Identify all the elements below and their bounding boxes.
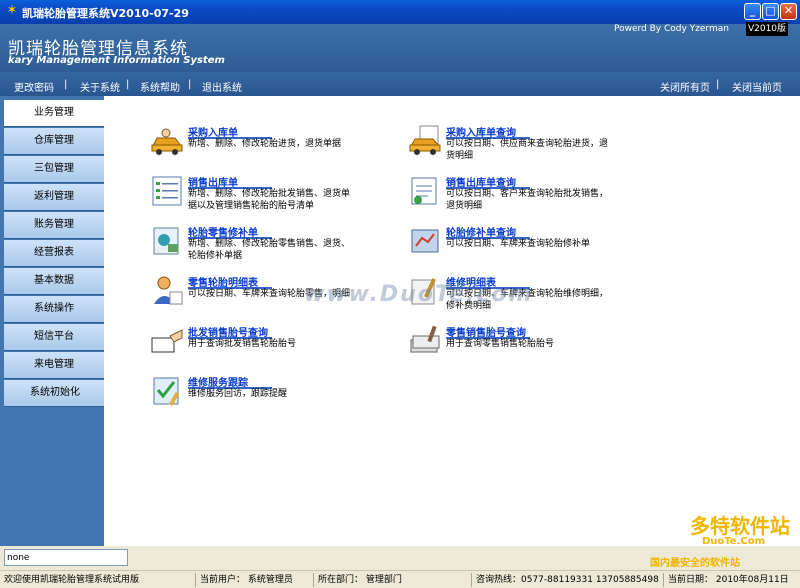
notepad-icon — [411, 177, 437, 205]
sidebar-item-calls[interactable]: 来电管理 — [4, 352, 104, 379]
top-nav: 更改密码 | 关于系统 | 系统帮助 | 退出系统 关闭所有页 | 关闭当前页 — [0, 72, 800, 96]
sidebar-item-rebate[interactable]: 返利管理 — [4, 184, 104, 211]
entry-desc: 用于查询批发销售轮胎胎号 — [188, 339, 297, 349]
change-password-link[interactable]: 更改密码 — [14, 79, 54, 94]
nav-separator: | — [126, 79, 130, 90]
status-department: 所在部门： 管理部门 — [316, 573, 472, 587]
sidebar-item-warehouse[interactable]: 仓库管理 — [4, 128, 104, 155]
sidebar-item-accounts[interactable]: 账务管理 — [4, 212, 104, 239]
entry-desc: 维修服务回访，跟踪提醒 — [188, 389, 288, 399]
car-icon — [151, 128, 183, 155]
system-subtitle: kary Management Information System — [8, 55, 225, 66]
sidebar-item-system-ops[interactable]: 系统操作 — [4, 296, 104, 323]
entry-desc: 新增、删除、修改轮胎批发销售、退货单据以及管理销售轮胎的胎号清单 — [188, 189, 351, 211]
user-write-icon — [154, 276, 183, 305]
entry-desc: 可以按日期、客户来查询轮胎批发销售，退货明细 — [446, 189, 609, 211]
sidebar: 业务管理 仓库管理 三包管理 返利管理 账务管理 经营报表 基本数据 系统操作 … — [0, 96, 104, 546]
logo-watermark-slogan: 国内最安全的软件站 — [650, 558, 740, 569]
close-button[interactable]: ✕ — [780, 3, 797, 20]
version-badge: V2010版 — [746, 22, 788, 36]
exit-link[interactable]: 退出系统 — [202, 79, 242, 94]
main-panel: 采购入库单 新增、删除、修改轮胎进货，退货单据 销售出库单 新增、删除、修改轮胎… — [104, 96, 800, 546]
sidebar-item-basic-data[interactable]: 基本数据 — [4, 268, 104, 295]
status-welcome: 欢迎使用凯瑞轮胎管理系统试用版 — [2, 573, 196, 587]
logo-watermark-url: DuoTe.Com — [702, 536, 765, 547]
window-title: 凯瑞轮胎管理系统V2010-07-29 — [22, 7, 189, 20]
window-titlebar[interactable]: ✶ 凯瑞轮胎管理系统V2010-07-29 _ □ ✕ — [0, 0, 800, 24]
checklist-icon — [152, 176, 182, 206]
minimize-button[interactable]: _ — [744, 3, 761, 20]
status-bar: 欢迎使用凯瑞轮胎管理系统试用版 当前用户： 系统管理员 所在部门： 管理部门 咨… — [0, 570, 800, 588]
status-date: 当前日期： 2010年08月11日 — [668, 575, 789, 585]
car-document-icon — [409, 125, 441, 155]
entry-desc: 可以按日期、供应商来查询轮胎进货，退货明细 — [446, 139, 609, 161]
nav-separator: | — [716, 79, 720, 90]
app-icon: ✶ — [6, 3, 18, 18]
bottom-text-input[interactable] — [4, 549, 128, 566]
status-hotline: 咨询热线：0577-88119331 13705885498 — [474, 573, 664, 587]
invoice-icon — [153, 227, 179, 255]
nav-separator: | — [188, 79, 192, 90]
sidebar-item-init[interactable]: 系统初始化 — [4, 380, 104, 407]
help-link[interactable]: 系统帮助 — [140, 79, 180, 94]
logo-watermark-title: 多特软件站 — [690, 514, 790, 538]
close-all-pages-link[interactable]: 关闭所有页 — [660, 79, 710, 94]
watermark-text: www.DuoTe.com — [304, 282, 534, 307]
app-header: 凯瑞轮胎管理信息系统 kary Management Information S… — [0, 22, 800, 72]
check-pencil-icon — [153, 377, 180, 407]
sidebar-item-reports[interactable]: 经营报表 — [4, 240, 104, 267]
about-link[interactable]: 关于系统 — [80, 79, 120, 94]
powered-by-text: Powerd By Cody Yzerman — [614, 24, 729, 34]
site-logo-watermark: 多特软件站 DuoTe.Com 国内最安全的软件站 — [650, 510, 795, 570]
nav-separator: | — [64, 79, 68, 90]
maximize-button[interactable]: □ — [762, 3, 779, 20]
sidebar-item-warranty[interactable]: 三包管理 — [4, 156, 104, 183]
papers-stack-icon — [410, 325, 440, 353]
entry-desc: 新增、删除、修改轮胎零售销售、退货、轮胎修补单据 — [188, 239, 351, 261]
hand-card-icon — [151, 329, 183, 353]
status-user: 当前用户： 系统管理员 — [198, 573, 314, 587]
close-current-page-link[interactable]: 关闭当前页 — [732, 79, 782, 94]
sidebar-item-business[interactable]: 业务管理 — [4, 100, 104, 127]
entry-desc: 新增、删除、修改轮胎进货，退货单据 — [188, 139, 342, 149]
entry-desc: 可以按日期、车牌来查询轮胎修补单 — [446, 239, 591, 249]
entry-desc: 用于查询零售销售轮胎胎号 — [446, 339, 555, 349]
sidebar-item-sms[interactable]: 短信平台 — [4, 324, 104, 351]
chart-book-icon — [411, 229, 439, 253]
